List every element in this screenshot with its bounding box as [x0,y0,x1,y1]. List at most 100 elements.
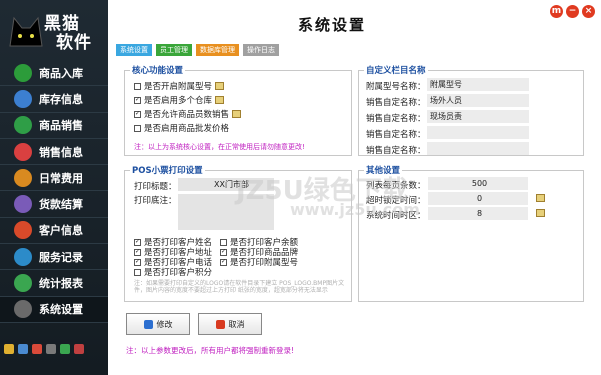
pos-option-6[interactable]: ✓ 是否打印附属型号 [220,256,298,268]
expense-icon [14,168,32,187]
footer-note: 注：以上参数更改后，所有用户都将强制重新登录! [126,346,295,355]
sidebar-item-label: 客户信息 [39,224,83,238]
custom-label-4: 销售自定名称： [366,130,426,140]
info-icon[interactable] [215,96,225,104]
tab-staff[interactable]: 员工管理 [156,44,192,56]
stock-icon [14,89,32,108]
core-settings-title: 核心功能设置 [130,64,186,76]
core-note: 注：以上为系统核心设置，在正常使用后请勿随意更改! [134,143,305,151]
tab-system-settings[interactable]: 系统设置 [116,44,152,56]
tab-database[interactable]: 数据库管理 [196,44,239,56]
page-title: 系统设置 [298,16,367,34]
checkbox[interactable]: ✓ [134,110,141,118]
tray-calendar-icon[interactable] [32,344,42,354]
app-logo: 黑猫 软件 [0,0,108,56]
print-footer-label: 打印底注： [134,196,177,206]
pos-note: 注：如果需要打印自定义的LOGO请在软件目录下建立 POS_LOGO.BMP图片… [134,280,345,294]
checkbox[interactable] [134,82,141,90]
custom-field-1[interactable]: 附属型号 [427,78,529,91]
sidebar-item-6[interactable]: 客户信息 [0,218,108,245]
sidebar-item-7[interactable]: 服务记录 [0,244,108,271]
tab-log[interactable]: 操作日志 [243,44,279,56]
page-size-input[interactable]: 500 [428,177,528,190]
info-icon[interactable] [232,110,242,118]
info-icon[interactable] [536,209,545,217]
custom-field-5[interactable] [427,142,529,155]
sidebar-item-1[interactable]: 库存信息 [0,86,108,113]
cancel-button[interactable]: 取消 [198,313,262,335]
sidebar-item-9[interactable]: 系统设置 [0,296,108,323]
info-icon[interactable] [536,194,545,202]
sidebar-item-2[interactable]: 商品销售 [0,113,108,139]
sales-icon [14,116,32,135]
checkbox[interactable]: ✓ [220,248,227,256]
sidebar-item-label: 销售信息 [39,145,83,159]
logo-text-2: 软件 [56,33,92,53]
checkbox[interactable]: ✓ [134,258,141,266]
checkbox[interactable]: ✓ [134,96,141,104]
tray-calc-icon[interactable] [46,344,56,354]
sales-info-icon [14,142,32,161]
print-title-label: 打印标题： [134,182,177,192]
sidebar-item-3[interactable]: 销售信息 [0,139,108,166]
print-footer-textarea[interactable] [178,194,274,230]
checkbox[interactable]: ✓ [134,248,141,256]
checkbox[interactable] [220,238,227,246]
other-label-2: 超时锁定时间： [366,196,426,206]
core-option-2[interactable]: ✓ 是否启用多个仓库 [134,94,225,106]
sidebar-item-8[interactable]: 统计报表 [0,270,108,297]
other-settings-title: 其他设置 [364,164,403,176]
custom-names-title: 自定义栏目名称 [364,64,428,76]
custom-label-2: 销售自定名称： [366,98,426,108]
sidebar-item-0[interactable]: 商品入库 [0,60,108,87]
core-option-4[interactable]: 是否启用商品批发价格 [134,122,229,134]
sidebar: 黑猫 软件 商品入库库存信息商品销售销售信息日常费用货款结算客户信息服务记录统计… [0,0,108,375]
inbox-icon [14,63,32,82]
tray-chart-icon[interactable] [60,344,70,354]
customer-icon [14,221,32,240]
checkbox[interactable] [134,268,141,276]
minimize-button[interactable]: − [566,5,579,18]
checkbox[interactable]: ✓ [134,238,141,246]
cancel-icon [215,319,225,329]
tray-lock-icon[interactable] [4,344,14,354]
custom-field-4[interactable] [427,126,529,139]
core-option-1[interactable]: 是否开启附属型号 [134,80,225,92]
settlement-icon [14,195,32,214]
checkbox[interactable]: ✓ [220,258,227,266]
sidebar-item-label: 系统设置 [39,303,83,317]
timezone-input[interactable]: 8 [428,207,528,220]
cat-logo-icon [9,16,43,47]
tray-icons [4,344,84,354]
custom-label-5: 销售自定名称： [366,146,426,156]
sidebar-nav: 商品入库库存信息商品销售销售信息日常费用货款结算客户信息服务记录统计报表系统设置 [0,60,108,323]
custom-label-3: 销售自定名称： [366,114,426,124]
lock-timeout-input[interactable]: 0 [428,192,528,205]
service-icon [14,247,32,266]
info-icon[interactable] [215,82,225,90]
sidebar-item-5[interactable]: 货款结算 [0,191,108,218]
menu-button[interactable]: m [550,5,563,18]
sidebar-item-label: 商品入库 [39,66,83,80]
close-button[interactable]: × [582,5,595,18]
custom-field-3[interactable]: 现场员责 [427,110,529,123]
pos-option-7[interactable]: 是否打印客户积分 [134,266,212,278]
sidebar-item-label: 统计报表 [39,277,83,291]
settings-icon [14,300,32,319]
tray-user-icon[interactable] [18,344,28,354]
modify-button[interactable]: 修改 [126,313,190,335]
tab-bar: 系统设置 员工管理 数据库管理 操作日志 [116,44,279,56]
tray-help-icon[interactable] [74,344,84,354]
sidebar-item-label: 货款结算 [39,198,83,212]
sidebar-item-4[interactable]: 日常费用 [0,165,108,192]
custom-field-2[interactable]: 场外人员 [427,94,529,107]
print-title-input[interactable]: XX门市部 [178,178,274,191]
save-icon [143,319,153,329]
custom-label-1: 附属型号名称： [366,82,426,92]
other-label-3: 系统时间时区： [366,211,426,221]
sidebar-item-label: 库存信息 [39,92,83,106]
other-label-1: 列表每页条数： [366,181,426,191]
sidebar-item-label: 服务记录 [39,250,83,264]
checkbox[interactable] [134,124,141,132]
core-option-3[interactable]: ✓ 是否允许商品员数销售 [134,108,242,120]
